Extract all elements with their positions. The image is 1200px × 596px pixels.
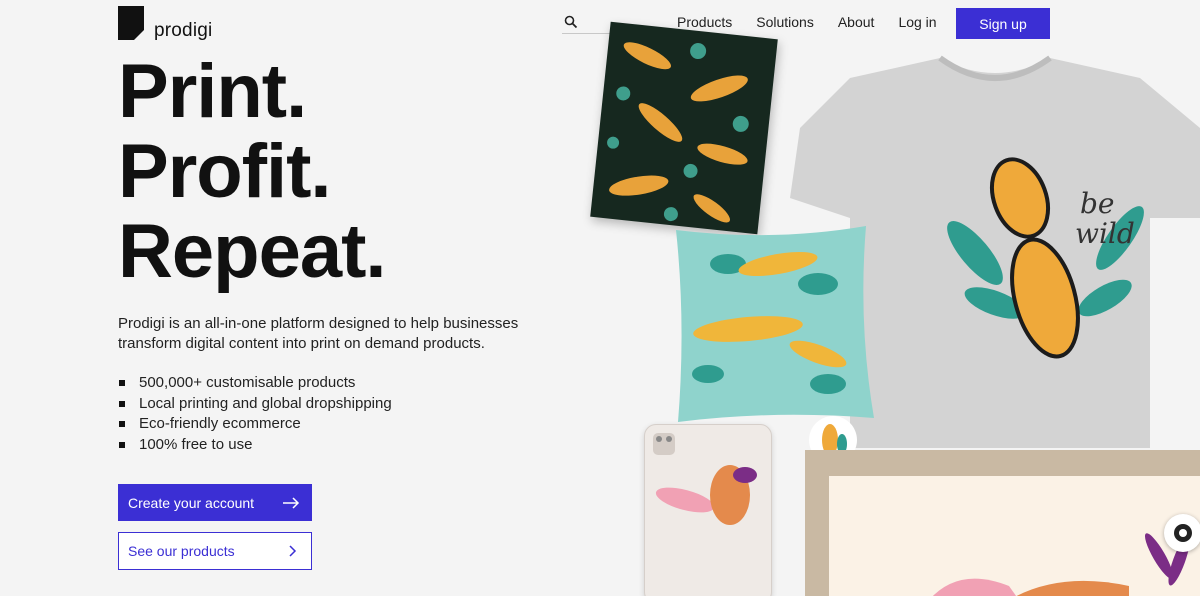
- brand-name: prodigi: [154, 20, 213, 41]
- hero-title: Print. Profit. Repeat.: [118, 49, 387, 294]
- svg-text:be: be: [1080, 187, 1115, 220]
- logo-mark-icon: [118, 6, 144, 40]
- nav-products[interactable]: Products: [677, 14, 732, 30]
- feature-item: 100% free to use: [118, 435, 392, 456]
- chat-icon: [1174, 524, 1192, 542]
- create-account-button[interactable]: Create your account: [118, 484, 312, 521]
- nav-about[interactable]: About: [838, 14, 875, 30]
- arrow-right-icon: [283, 496, 300, 509]
- feature-item: Eco-friendly ecommerce: [118, 414, 392, 435]
- chat-help-button[interactable]: [1164, 514, 1200, 552]
- see-products-label: See our products: [128, 543, 235, 559]
- framed-print-image: [805, 450, 1200, 596]
- greeting-card-image: [590, 21, 778, 235]
- main-nav: Products Solutions About Log in: [677, 14, 937, 30]
- phone-case-image: [644, 424, 772, 596]
- hero-description: Prodigi is an all-in-one platform design…: [118, 315, 519, 352]
- search-icon[interactable]: [564, 15, 578, 29]
- chevron-right-icon: [289, 545, 297, 557]
- cushion-image: [668, 224, 878, 424]
- nav-solutions[interactable]: Solutions: [756, 14, 814, 30]
- hero-line-repeat: Repeat.: [118, 209, 387, 294]
- feature-item: Local printing and global dropshipping: [118, 394, 392, 415]
- create-account-label: Create your account: [128, 494, 255, 511]
- svg-text:wild: wild: [1075, 217, 1135, 250]
- nav-login[interactable]: Log in: [898, 14, 936, 30]
- see-products-button[interactable]: See our products: [118, 532, 312, 570]
- feature-list: 500,000+ customisable products Local pri…: [118, 373, 392, 455]
- hero-line-profit: Profit.: [118, 129, 332, 214]
- brand-logo[interactable]: prodigi: [118, 6, 212, 40]
- signup-button[interactable]: Sign up: [956, 8, 1050, 39]
- hero-line-print: Print.: [118, 49, 307, 134]
- feature-item: 500,000+ customisable products: [118, 373, 392, 394]
